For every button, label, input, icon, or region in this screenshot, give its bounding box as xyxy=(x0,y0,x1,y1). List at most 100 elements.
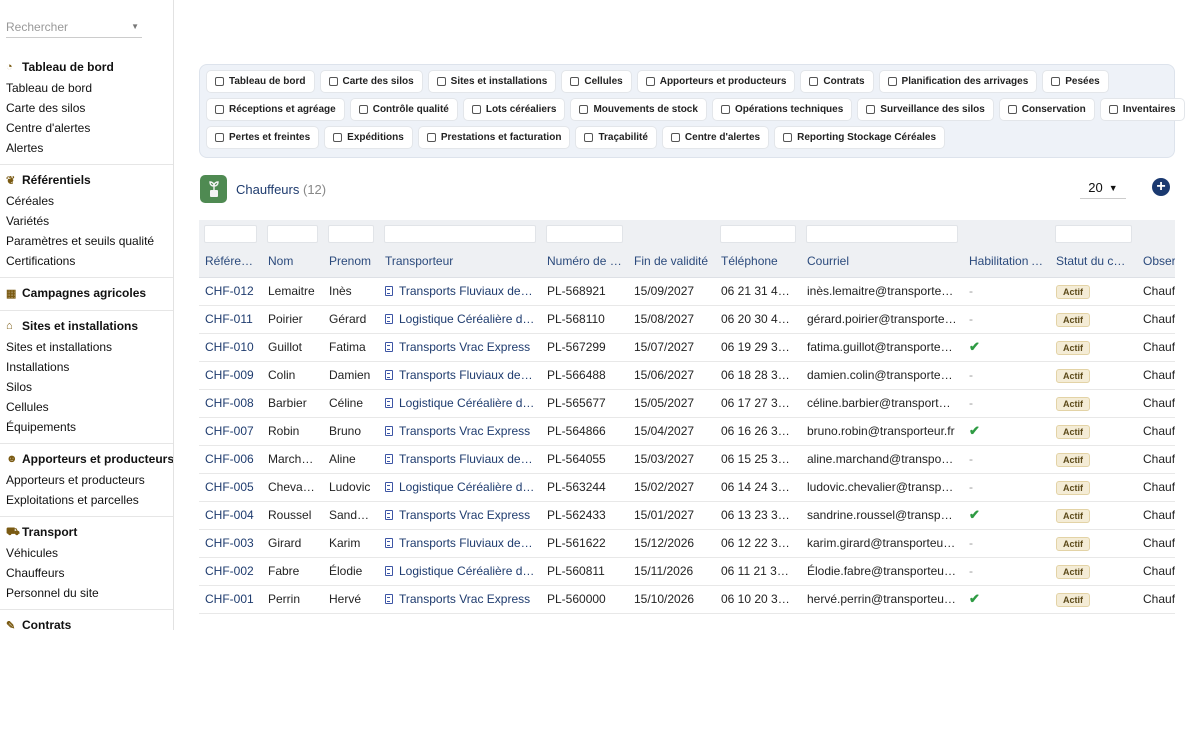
sidebar-item[interactable]: Certifications xyxy=(0,251,173,271)
menu-button[interactable]: Reporting Stockage Céréales xyxy=(774,126,946,149)
transporteur-link[interactable]: Transports Vrac Express xyxy=(399,592,530,606)
column-header[interactable]: Fin de validité xyxy=(628,245,715,278)
transporteur-cell[interactable]: Transports Fluviaux de Seine xyxy=(379,361,541,390)
reference-cell[interactable]: CHF-005 xyxy=(199,473,262,502)
column-filter-input[interactable] xyxy=(720,225,796,243)
menu-button[interactable]: Cellules xyxy=(561,70,632,93)
menu-button[interactable]: Inventaires xyxy=(1099,98,1185,121)
sidebar-section-title[interactable]: ◔ Tableau de bord xyxy=(0,56,173,78)
menu-button[interactable]: Pertes et freintes xyxy=(206,126,320,149)
page-size-select[interactable]: 20 ▼ xyxy=(1080,177,1126,199)
column-header[interactable]: Nom xyxy=(262,245,323,278)
reference-cell[interactable]: CHF-004 xyxy=(199,501,262,530)
table-row[interactable]: CHF-003 Girard Karim Transports Fluviaux de… xyxy=(199,529,1175,558)
table-row[interactable]: CHF-005 Chevalier Ludovic Logistique Céréal… xyxy=(199,473,1175,502)
menu-button[interactable]: Tableau de bord xyxy=(206,70,315,93)
transporteur-cell[interactable]: Transports Vrac Express xyxy=(379,585,541,614)
reference-cell[interactable]: CHF-003 xyxy=(199,529,262,558)
menu-button[interactable]: Contrats xyxy=(800,70,874,93)
sidebar-section-title[interactable]: ⛟ Transport xyxy=(0,521,173,543)
table-row[interactable]: CHF-001 Perrin Hervé Transports Vrac Expres… xyxy=(199,585,1175,614)
transporteur-link[interactable]: Transports Fluviaux de Seine xyxy=(399,368,541,382)
transporteur-link[interactable]: Transports Vrac Express xyxy=(399,508,530,522)
transporteur-link[interactable]: Transports Fluviaux de Seine xyxy=(399,284,541,298)
menu-button[interactable]: Apporteurs et producteurs xyxy=(636,70,796,93)
table-row[interactable]: CHF-012 Lemaitre Inès Transports Fluviaux d… xyxy=(199,277,1175,306)
transporteur-cell[interactable]: Transports Fluviaux de Seine xyxy=(379,529,541,558)
menu-button[interactable]: Pesées xyxy=(1042,70,1109,93)
column-filter-input[interactable] xyxy=(384,225,536,243)
transporteur-cell[interactable]: Transports Fluviaux de Seine xyxy=(379,445,541,474)
chevron-down-icon[interactable]: ▼ xyxy=(131,22,139,31)
sidebar-item[interactable]: Sites et installations xyxy=(0,337,173,357)
table-row[interactable]: CHF-009 Colin Damien Transports Fluviaux de… xyxy=(199,361,1175,390)
column-header[interactable]: Statut du chauffeur xyxy=(1050,245,1137,278)
sidebar-item[interactable]: Véhicules xyxy=(0,543,173,563)
table-row[interactable]: CHF-004 Roussel Sandrine Transports Vrac Ex… xyxy=(199,501,1175,530)
menu-button[interactable]: Expéditions xyxy=(324,126,413,149)
menu-button[interactable]: Centre d'alertes xyxy=(661,126,770,149)
reference-cell[interactable]: CHF-008 xyxy=(199,389,262,418)
column-header[interactable]: Numéro de permis xyxy=(541,245,628,278)
sidebar-item[interactable]: Chauffeurs xyxy=(0,563,173,583)
sidebar-item[interactable]: Alertes xyxy=(0,138,173,158)
reference-cell[interactable]: CHF-007 xyxy=(199,417,262,446)
table-row[interactable]: CHF-008 Barbier Céline Logistique Céréalièr… xyxy=(199,389,1175,418)
column-filter-input[interactable] xyxy=(204,225,257,243)
reference-cell[interactable]: CHF-010 xyxy=(199,333,262,362)
menu-button[interactable]: Sites et installations xyxy=(427,70,557,93)
transporteur-link[interactable]: Logistique Céréalière du Nord xyxy=(399,480,541,494)
table-row[interactable]: CHF-002 Fabre Élodie Logistique Céréalière … xyxy=(199,557,1175,586)
column-header[interactable]: Observations xyxy=(1137,245,1175,278)
sidebar-item[interactable]: Tableau de bord xyxy=(0,78,173,98)
transporteur-cell[interactable]: Transports Fluviaux de Seine xyxy=(379,277,541,306)
column-filter-input[interactable] xyxy=(328,225,374,243)
table-row[interactable]: CHF-006 Marchand Aline Transports Fluviaux … xyxy=(199,445,1175,474)
sidebar-item[interactable]: Centre d'alertes xyxy=(0,118,173,138)
transporteur-cell[interactable]: Logistique Céréalière du Nord xyxy=(379,473,541,502)
sidebar-section-title[interactable]: ☻ Apporteurs et producteurs xyxy=(0,448,173,470)
search-input[interactable] xyxy=(6,19,116,34)
menu-button[interactable]: Carte des silos xyxy=(319,70,423,93)
sidebar-item[interactable]: Céréales xyxy=(0,191,173,211)
transporteur-cell[interactable]: Transports Vrac Express xyxy=(379,333,541,362)
transporteur-cell[interactable]: Logistique Céréalière du Nord xyxy=(379,305,541,334)
transporteur-link[interactable]: Transports Vrac Express xyxy=(399,340,530,354)
sidebar-section-title[interactable]: ⌂ Sites et installations xyxy=(0,315,173,337)
table-row[interactable]: CHF-010 Guillot Fatima Transports Vrac Expr… xyxy=(199,333,1175,362)
sidebar-item[interactable]: Exploitations et parcelles xyxy=(0,490,173,510)
reference-cell[interactable]: CHF-002 xyxy=(199,557,262,586)
transporteur-link[interactable]: Transports Vrac Express xyxy=(399,424,530,438)
transporteur-cell[interactable]: Logistique Céréalière du Nord xyxy=(379,389,541,418)
column-filter-input[interactable] xyxy=(1055,225,1132,243)
column-header[interactable]: Courriel xyxy=(801,245,963,278)
menu-button[interactable]: Réceptions et agréage xyxy=(206,98,345,121)
column-header[interactable]: Référence xyxy=(199,245,262,278)
menu-button[interactable]: Lots céréaliers xyxy=(462,98,566,121)
transporteur-cell[interactable]: Logistique Céréalière du Nord xyxy=(379,557,541,586)
sidebar-section-title[interactable]: ✎ Contrats xyxy=(0,614,173,630)
sidebar-section-title[interactable]: ❦ Référentiels xyxy=(0,169,173,191)
table-row[interactable]: CHF-011 Poirier Gérard Logistique Céréalièr… xyxy=(199,305,1175,334)
transporteur-link[interactable]: Transports Fluviaux de Seine xyxy=(399,452,541,466)
column-filter-input[interactable] xyxy=(546,225,623,243)
sidebar-item[interactable]: Carte des silos xyxy=(0,98,173,118)
reference-cell[interactable]: CHF-012 xyxy=(199,277,262,306)
menu-button[interactable]: Mouvements de stock xyxy=(570,98,707,121)
sidebar-item[interactable]: Variétés xyxy=(0,211,173,231)
sidebar-section-title[interactable]: ▦ Campagnes agricoles xyxy=(0,282,173,304)
table-row[interactable]: CHF-007 Robin Bruno Transports Vrac Express… xyxy=(199,417,1175,446)
column-header[interactable]: Téléphone xyxy=(715,245,801,278)
transporteur-link[interactable]: Logistique Céréalière du Nord xyxy=(399,564,541,578)
transporteur-link[interactable]: Logistique Céréalière du Nord xyxy=(399,396,541,410)
reference-cell[interactable]: CHF-009 xyxy=(199,361,262,390)
sidebar-item[interactable]: Cellules xyxy=(0,397,173,417)
menu-button[interactable]: Contrôle qualité xyxy=(349,98,458,121)
sidebar-item[interactable]: Installations xyxy=(0,357,173,377)
column-filter-input[interactable] xyxy=(267,225,318,243)
sidebar-item[interactable]: Apporteurs et producteurs xyxy=(0,470,173,490)
transporteur-cell[interactable]: Transports Vrac Express xyxy=(379,501,541,530)
search-box[interactable]: ▼ xyxy=(6,16,142,38)
sidebar-item[interactable]: Équipements xyxy=(0,417,173,437)
transporteur-link[interactable]: Transports Fluviaux de Seine xyxy=(399,536,541,550)
